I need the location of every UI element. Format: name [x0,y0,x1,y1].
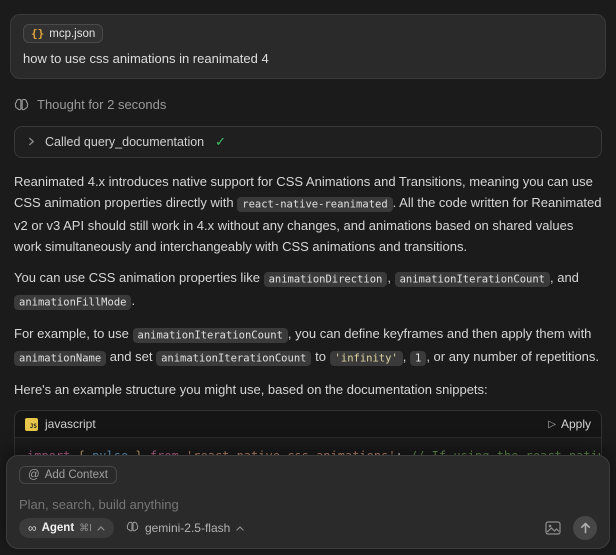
text-run: , [403,349,410,364]
apply-button[interactable]: ▷ Apply [548,417,591,431]
send-button[interactable] [573,516,597,540]
inline-code: animationFillMode [14,295,131,310]
assistant-answer: Reanimated 4.x introduces native support… [10,171,606,400]
code-block-header: JS javascript ▷ Apply [15,411,601,438]
add-context-label: Add Context [45,469,108,481]
text-run: . [131,293,135,308]
text-run: For example, to use [14,326,133,341]
json-file-icon: {} [31,27,44,40]
brain-icon [126,521,139,535]
inline-code-string: 'infinity' [330,351,403,366]
user-message-card: {} mcp.json how to use css animations in… [10,14,606,79]
attach-image-button[interactable] [545,521,561,535]
inline-code: animationName [14,351,106,366]
add-context-button[interactable]: @ Add Context [19,466,117,484]
answer-paragraph: For example, to use animationIterationCo… [14,323,602,369]
chevron-up-icon [97,526,105,531]
agent-shortcut: ⌘I [79,523,92,534]
composer: @ Add Context ∞ Agent ⌘I gemini-2.5-flas… [6,455,610,549]
arrow-up-icon [580,522,591,534]
agent-mode-label: Agent [42,522,75,534]
chevron-up-icon [236,526,244,531]
model-name: gemini-2.5-flash [145,521,230,535]
message-input[interactable] [19,493,597,516]
answer-paragraph: Here's an example structure you might us… [14,379,602,400]
text-run: You can use CSS animation properties lik… [14,270,264,285]
javascript-icon: JS [25,418,38,431]
text-run: , you can define keyframes and then appl… [288,326,592,341]
code-language-label: javascript [45,417,548,431]
inline-code: 1 [410,351,426,366]
infinity-icon: ∞ [28,521,37,535]
text-run: to [311,349,329,364]
user-message-text: how to use css animations in reanimated … [23,51,593,66]
tool-call-panel[interactable]: Called query_documentation ✓ [14,126,602,158]
thought-row[interactable]: Thought for 2 seconds [14,97,602,112]
inline-code: animationIterationCount [156,351,311,366]
thought-label: Thought for 2 seconds [37,97,166,112]
inline-code: animationIterationCount [133,328,288,343]
text-run: Here's an example structure you might us… [14,382,488,397]
chevron-right-icon [27,135,36,149]
chat-panel: {} mcp.json how to use css animations in… [0,0,616,519]
inline-code: react-native-reanimated [237,197,392,212]
image-icon [545,521,561,535]
context-file-chip[interactable]: {} mcp.json [23,24,103,43]
brain-icon [14,98,29,111]
context-file-name: mcp.json [49,28,95,40]
inline-code: animationDirection [264,272,388,287]
answer-paragraph: Reanimated 4.x introduces native support… [14,171,602,257]
success-check-icon: ✓ [215,134,226,150]
text-run: and set [106,349,156,364]
composer-toolbar: ∞ Agent ⌘I gemini-2.5-flash [19,516,597,540]
text-run: , or any number of repetitions. [426,349,599,364]
agent-mode-selector[interactable]: ∞ Agent ⌘I [19,518,114,538]
play-icon: ▷ [548,419,556,430]
answer-paragraph: You can use CSS animation properties lik… [14,267,602,313]
at-icon: @ [28,469,40,481]
apply-label: Apply [561,417,591,431]
tool-call-label: Called query_documentation [45,135,204,149]
text-run: , [387,270,394,285]
text-run: , and [550,270,579,285]
model-selector[interactable]: gemini-2.5-flash [126,521,244,535]
inline-code: animationIterationCount [395,272,550,287]
